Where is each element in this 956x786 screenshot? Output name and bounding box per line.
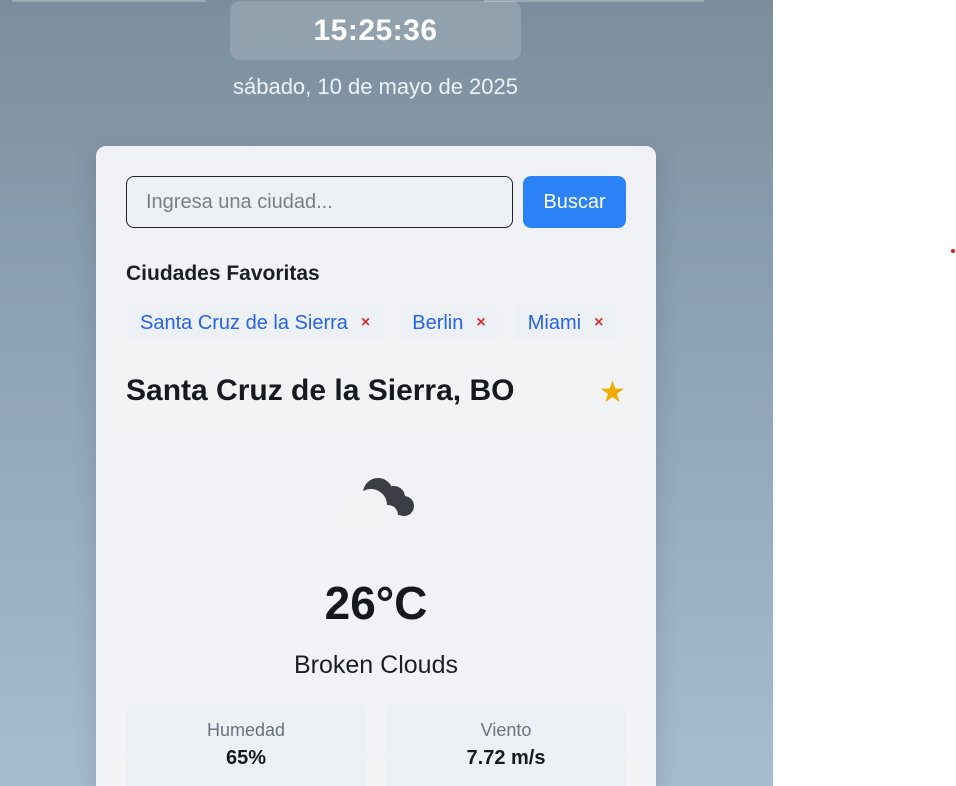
favorite-city-chip[interactable]: Miami × bbox=[513, 306, 618, 340]
clock-panel: 15:25:36 bbox=[230, 1, 521, 60]
favorite-city-chip[interactable]: Santa Cruz de la Sierra × bbox=[126, 306, 385, 340]
city-search-input[interactable] bbox=[126, 176, 513, 228]
cursor-dot bbox=[951, 249, 955, 253]
favorites-list: Santa Cruz de la Sierra × Berlin × Miami… bbox=[126, 306, 618, 340]
clock-time: 15:25:36 bbox=[313, 13, 438, 47]
favorite-star-icon[interactable]: ★ bbox=[599, 375, 626, 410]
favorite-city-link[interactable]: Santa Cruz de la Sierra bbox=[140, 312, 348, 335]
weather-description: Broken Clouds bbox=[294, 651, 458, 679]
broken-clouds-icon bbox=[338, 478, 414, 529]
stat-value: 65% bbox=[225, 747, 267, 769]
favorite-city-link[interactable]: Berlin bbox=[412, 312, 463, 335]
favorite-city-link[interactable]: Miami bbox=[528, 312, 581, 335]
favorite-city-chip[interactable]: Berlin × bbox=[398, 306, 500, 340]
top-divider-left bbox=[12, 0, 206, 2]
top-divider-right bbox=[484, 0, 704, 2]
city-title: Santa Cruz de la Sierra, BO bbox=[126, 374, 515, 407]
search-button[interactable]: Buscar bbox=[523, 176, 626, 228]
remove-favorite-icon[interactable]: × bbox=[594, 314, 603, 332]
app-background: 15:25:36 sábado, 10 de mayo de 2025 Busc… bbox=[0, 0, 773, 786]
stat-label: Humedad bbox=[206, 720, 286, 740]
weather-card: Buscar Ciudades Favoritas Santa Cruz de … bbox=[96, 146, 656, 786]
wind-stat: Viento 7.72 m/s bbox=[386, 704, 626, 786]
current-date: sábado, 10 de mayo de 2025 bbox=[232, 74, 518, 99]
remove-favorite-icon[interactable]: × bbox=[361, 314, 370, 332]
stat-label: Viento bbox=[480, 720, 532, 740]
favorites-heading: Ciudades Favoritas bbox=[126, 262, 320, 285]
temperature: 26°C bbox=[324, 577, 428, 629]
humidity-stat: Humedad 65% bbox=[126, 704, 366, 786]
stat-value: 7.72 m/s bbox=[466, 747, 546, 769]
remove-favorite-icon[interactable]: × bbox=[476, 314, 485, 332]
